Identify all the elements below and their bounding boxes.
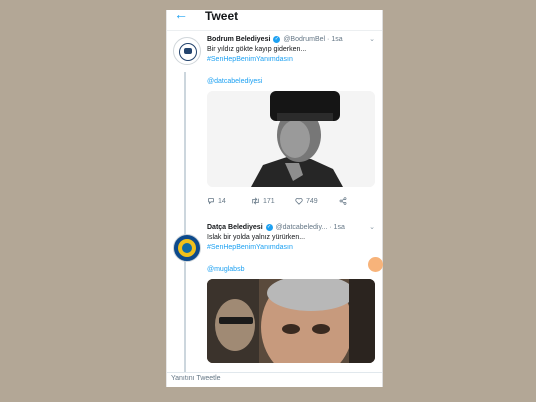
portrait-photo <box>207 91 375 187</box>
tweet-photo[interactable] <box>207 279 375 363</box>
hashtag-link[interactable]: #SenHepBenimYanımdasın <box>207 243 375 253</box>
mention-link[interactable]: @muglabsb <box>207 265 375 275</box>
verified-badge-icon: ✓ <box>265 223 273 231</box>
author-name[interactable]: Bodrum Belediyesi <box>207 36 270 43</box>
avatar[interactable] <box>173 37 201 65</box>
reply-button[interactable]: 14 <box>207 197 226 205</box>
heart-icon <box>295 197 303 205</box>
thread-line <box>184 72 186 372</box>
portrait-photo <box>207 279 375 363</box>
retweet-count: 171 <box>263 197 275 205</box>
datca-logo-icon <box>178 239 196 257</box>
share-icon <box>339 197 347 205</box>
arrow-left-icon[interactable]: ← <box>174 10 188 21</box>
top-bar: ← Tweet <box>167 10 382 31</box>
touch-indicator <box>368 257 383 272</box>
dot-separator: · <box>327 36 330 43</box>
retweet-icon <box>252 197 259 205</box>
avatar[interactable] <box>173 234 201 262</box>
author-handle: @BodrumBel <box>283 36 326 43</box>
reply-count: 14 <box>218 197 226 205</box>
verified-badge-icon: ✓ <box>273 35 281 43</box>
share-button[interactable] <box>339 197 347 205</box>
reply-input[interactable]: Yanıtını Tweetle <box>171 375 221 382</box>
mention-link[interactable]: @datcabelediyesi <box>207 77 375 87</box>
tweet-text: Bir yıldız gökte kayıp giderken... <box>207 46 307 53</box>
tweet[interactable]: Datça Belediyesi ✓ @datcabelediy... · 1s… <box>207 223 375 363</box>
author-name[interactable]: Datça Belediyesi <box>207 224 263 231</box>
tweet-header: Bodrum Belediyesi ✓ @BodrumBel · 1sa ⌄ <box>207 35 375 45</box>
page-title: Tweet <box>205 10 239 23</box>
retweet-button[interactable]: 171 <box>251 197 275 205</box>
like-count: 749 <box>306 197 318 205</box>
tweet-screen: ← Tweet Bodrum Belediyesi ✓ @BodrumBel ·… <box>166 10 383 387</box>
tweet[interactable]: Bodrum Belediyesi ✓ @BodrumBel · 1sa ⌄ B… <box>207 35 375 209</box>
chevron-down-icon[interactable]: ⌄ <box>369 223 375 233</box>
reply-icon <box>208 198 214 205</box>
chevron-down-icon[interactable]: ⌄ <box>369 35 375 45</box>
bodrum-logo-icon <box>179 43 197 61</box>
tweet-photo[interactable] <box>207 91 375 187</box>
hashtag-link[interactable]: #SenHepBenimYanımdasın <box>207 55 375 65</box>
like-button[interactable]: 749 <box>295 197 318 205</box>
tweet-header: Datça Belediyesi ✓ @datcabelediy... · 1s… <box>207 223 375 233</box>
tweet-time: 1sa <box>331 36 343 43</box>
dot-separator: · <box>329 224 332 231</box>
author-handle: @datcabelediy... <box>275 224 328 231</box>
tweet-actions: 14 171 749 <box>207 197 375 209</box>
tweet-time: 1sa <box>333 224 345 231</box>
reply-bar[interactable]: Yanıtını Tweetle <box>167 372 382 387</box>
tweet-text: Islak bir yolda yalnız yürürken... <box>207 234 306 241</box>
